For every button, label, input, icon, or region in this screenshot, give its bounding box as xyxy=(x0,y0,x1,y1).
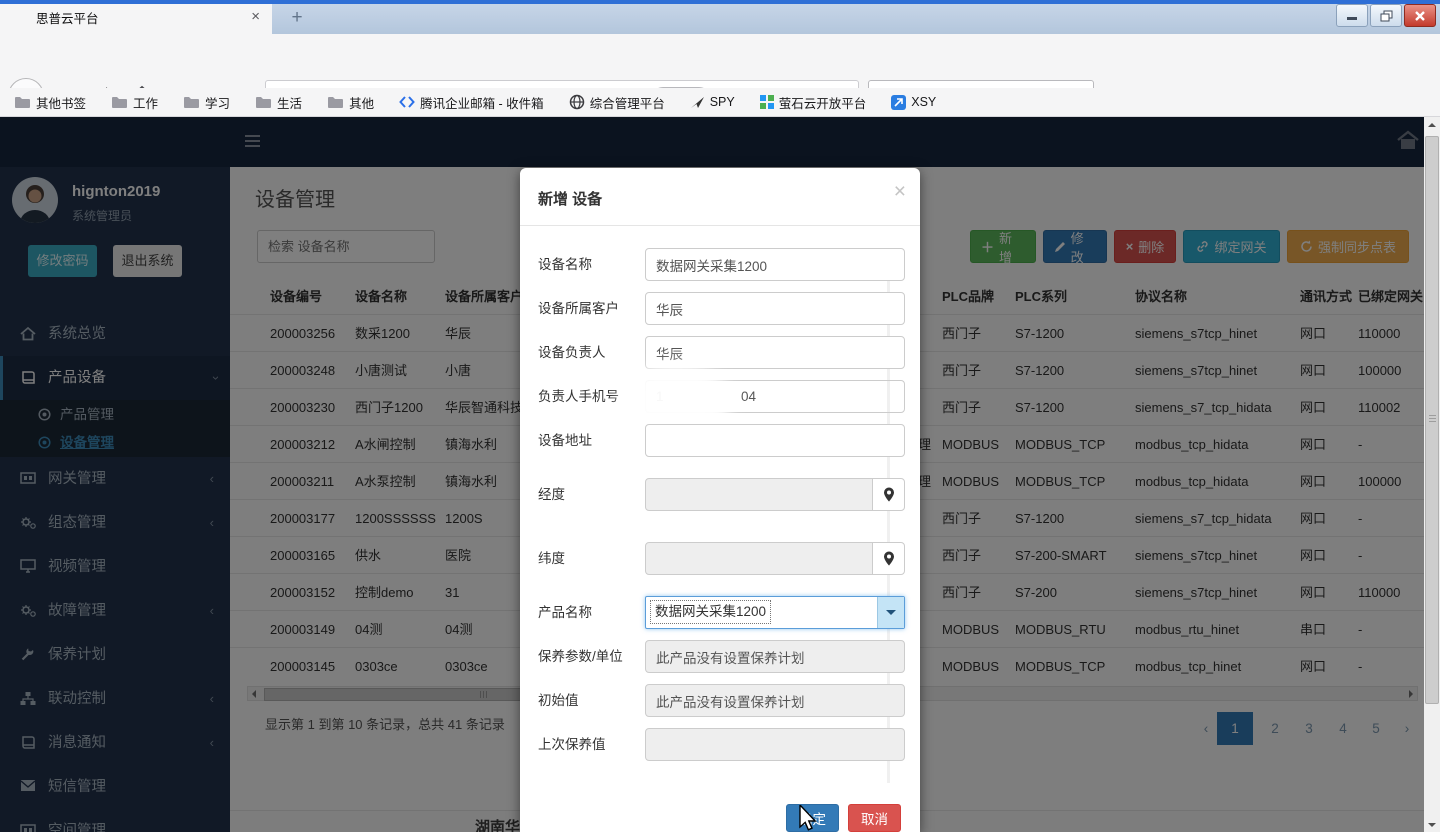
chevron-down-icon xyxy=(886,610,896,620)
bookmark-folder-work[interactable]: 工作 xyxy=(111,93,158,112)
folder-icon xyxy=(183,95,200,109)
page-scrollbar[interactable] xyxy=(1424,117,1440,832)
longitude-input xyxy=(645,478,873,511)
bookmark-ys7-platform[interactable]: 萤石云开放平台 xyxy=(760,93,867,112)
window-restore-button[interactable] xyxy=(1370,4,1402,27)
field-label: 设备地址 xyxy=(538,424,643,457)
longitude-map-button[interactable] xyxy=(872,478,905,511)
browser-toolbar: iot.idosp.net/admin/index.html?lang 80% … xyxy=(0,34,1440,88)
cancel-button[interactable]: 取消 xyxy=(848,804,901,832)
field-label: 设备负责人 xyxy=(538,336,643,369)
address-input[interactable] xyxy=(645,424,905,457)
new-tab-button[interactable]: + xyxy=(284,6,310,32)
window-controls xyxy=(1336,4,1436,27)
folder-icon xyxy=(14,95,31,109)
folder-icon xyxy=(327,95,344,109)
bookmarks-bar: 其他书签 工作 学习 生活 其他 腾讯企业邮箱 - 收件箱 综合管理平台 SPY… xyxy=(0,88,1440,117)
bookmark-spy[interactable]: SPY xyxy=(690,95,735,110)
bookmark-folder-study[interactable]: 学习 xyxy=(183,93,230,112)
customer-input[interactable] xyxy=(645,292,905,325)
add-device-modal: 新增 设备 × 设备名称 设备所属客户 设备负责人 负责人手机号 1 04 设备… xyxy=(520,168,920,832)
initial-value-input xyxy=(645,684,905,717)
browser-tab[interactable]: 思普云平台 × xyxy=(0,4,272,34)
window-minimize-button[interactable] xyxy=(1336,4,1368,27)
field-label: 保养参数/单位 xyxy=(538,640,643,673)
bookmark-xsy[interactable]: XSY xyxy=(891,95,936,110)
close-icon xyxy=(1414,11,1426,21)
latitude-map-button[interactable] xyxy=(872,542,905,575)
page-viewport: hignton2019 系统管理员 修改密码 退出系统 系统总览 产品设备 ‹ … xyxy=(0,117,1440,832)
scroll-down-arrow[interactable] xyxy=(1428,823,1436,827)
modal-title: 新增 设备 xyxy=(538,188,602,209)
tencent-mail-icon xyxy=(399,95,415,109)
bookmark-mgmt-platform[interactable]: 综合管理平台 xyxy=(569,93,665,112)
field-label: 初始值 xyxy=(538,684,643,717)
select-arrow-button[interactable] xyxy=(877,597,904,628)
latitude-input xyxy=(645,542,873,575)
mouse-cursor xyxy=(798,805,820,831)
tab-title: 思普云平台 xyxy=(36,4,99,34)
folder-icon xyxy=(111,95,128,109)
minimize-icon xyxy=(1346,11,1358,21)
field-label: 纬度 xyxy=(538,542,643,575)
field-label: 设备名称 xyxy=(538,248,643,281)
scrollbar-thumb[interactable] xyxy=(1425,136,1439,704)
window-close-button[interactable] xyxy=(1404,4,1436,27)
globe-icon xyxy=(569,94,585,110)
spy-icon xyxy=(690,95,705,110)
bookmark-folder-misc[interactable]: 其他 xyxy=(327,93,374,112)
bookmark-tencent-mail[interactable]: 腾讯企业邮箱 - 收件箱 xyxy=(399,93,544,112)
maintain-unit-input xyxy=(645,640,905,673)
ys7-icon xyxy=(760,95,774,109)
bookmark-folder-life[interactable]: 生活 xyxy=(255,93,302,112)
screen: 思普云平台 × + xyxy=(0,0,1440,832)
field-label: 产品名称 xyxy=(538,596,643,629)
bookmark-folder-other[interactable]: 其他书签 xyxy=(14,93,86,112)
device-name-input[interactable] xyxy=(645,248,905,281)
field-label: 上次保养值 xyxy=(538,728,643,761)
field-label: 经度 xyxy=(538,478,643,511)
map-marker-icon xyxy=(883,487,895,502)
modal-close-icon[interactable]: × xyxy=(894,180,906,204)
restore-icon xyxy=(1380,10,1393,22)
folder-icon xyxy=(255,95,272,109)
xsy-icon xyxy=(891,95,906,110)
last-maintain-input xyxy=(645,728,905,761)
window-titlebar: 思普云平台 × + xyxy=(0,0,1440,34)
scroll-up-arrow[interactable] xyxy=(1428,123,1436,127)
map-marker-icon xyxy=(883,551,895,566)
field-label: 设备所属客户 xyxy=(538,292,643,325)
divider xyxy=(520,225,920,226)
product-select[interactable]: 数据网关采集1200 xyxy=(645,596,905,629)
tab-close-icon[interactable]: × xyxy=(251,8,260,25)
